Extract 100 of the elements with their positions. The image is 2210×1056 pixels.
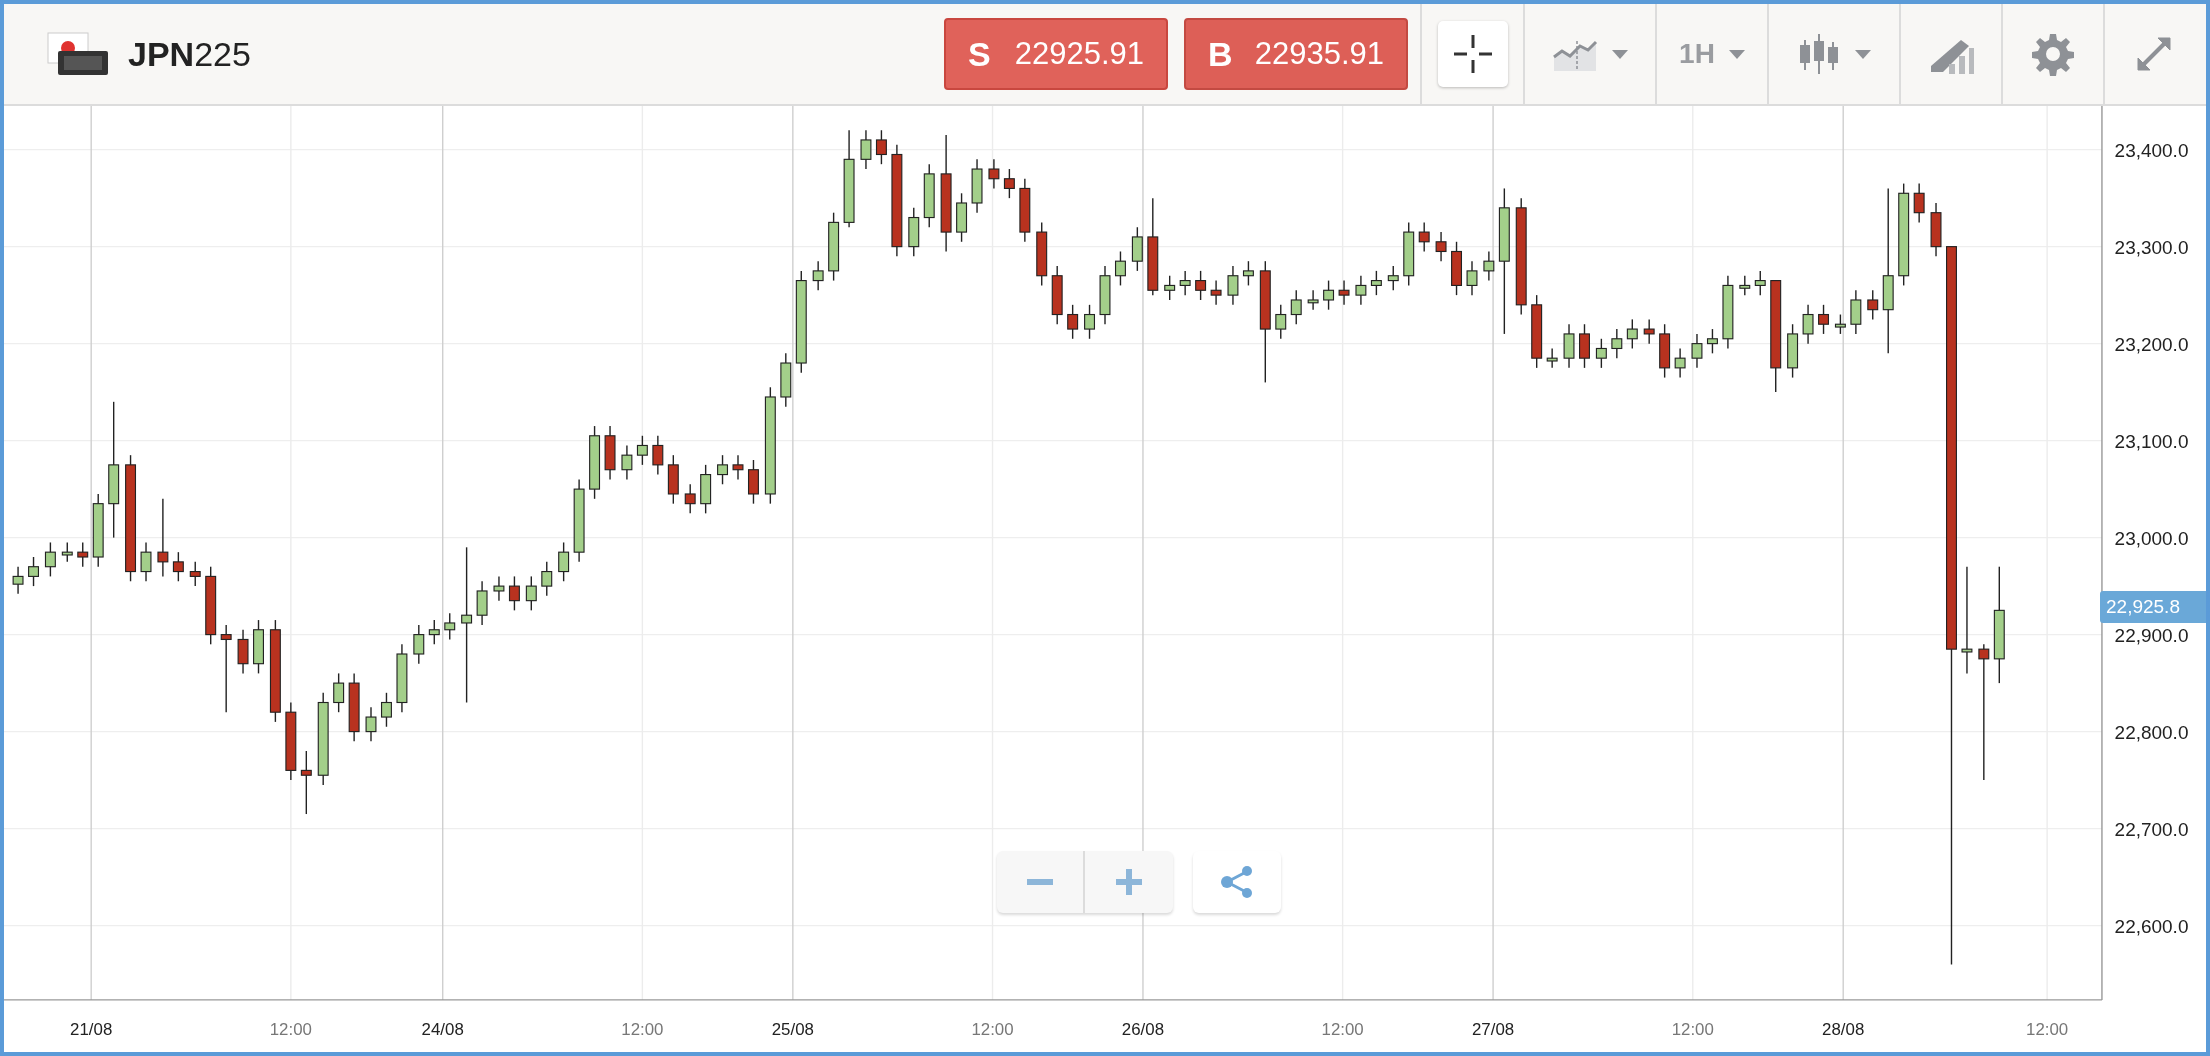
price-axis-label: 23,300.0 <box>2114 236 2189 258</box>
falling-candle <box>1418 221 1430 253</box>
time-axis-label: 25/08 <box>771 1020 814 1040</box>
crosshair-button[interactable] <box>1437 21 1508 87</box>
rising-candle <box>1131 226 1143 272</box>
rising-candle <box>1164 275 1176 301</box>
rising-candle <box>1850 289 1862 335</box>
time-axis-label: 24/08 <box>421 1020 464 1040</box>
price-axis-label: 22,900.0 <box>2114 624 2189 646</box>
falling-candle <box>1435 231 1447 262</box>
rising-candle <box>1179 270 1191 296</box>
falling-candle <box>1451 241 1462 296</box>
time-axis-label: 12:00 <box>1321 1020 1364 1040</box>
rising-candle <box>1754 270 1766 296</box>
rising-candle <box>525 575 537 612</box>
current-price-label: 22,925.8 <box>2100 591 2206 623</box>
minus-icon <box>1027 879 1053 885</box>
rising-candle <box>493 575 505 602</box>
rising-candle <box>1563 323 1575 369</box>
falling-candle <box>1818 304 1829 335</box>
rising-candle <box>908 207 920 258</box>
rising-candle <box>1403 221 1415 287</box>
sell-button[interactable]: S 22925.91 <box>944 18 1168 90</box>
rising-candle <box>1307 289 1319 311</box>
time-axis-label: 27/08 <box>1472 1020 1515 1040</box>
rising-candle <box>700 464 712 515</box>
share-button[interactable] <box>1193 851 1281 913</box>
rising-candle <box>923 163 935 228</box>
price-axis-label: 23,200.0 <box>2114 333 2189 355</box>
falling-candle <box>667 454 679 505</box>
rising-candle <box>860 129 872 170</box>
time-axis-label: 12:00 <box>2026 1020 2069 1040</box>
falling-candle <box>1659 323 1671 379</box>
falling-candle <box>1003 168 1015 199</box>
falling-candle <box>652 435 664 476</box>
falling-candle <box>1019 178 1031 243</box>
rising-candle <box>717 454 728 485</box>
falling-candle <box>1067 304 1079 340</box>
price-axis-label: 23,000.0 <box>2114 527 2189 549</box>
rising-candle <box>828 212 840 282</box>
rising-candle <box>1355 275 1367 306</box>
candlestick-icon <box>1797 32 1841 76</box>
time-axis-label: 12:00 <box>971 1020 1014 1040</box>
rising-candle <box>140 541 152 582</box>
plus-icon <box>1116 869 1142 895</box>
rising-candle <box>28 556 39 587</box>
share-icon <box>1219 864 1255 900</box>
time-axis-label: 26/08 <box>1121 1020 1165 1040</box>
instrument-title: JPN225 <box>128 33 251 75</box>
time-axis-label: 12:00 <box>621 1020 664 1040</box>
price-axis-label: 22,600.0 <box>2114 915 2189 937</box>
falling-candle <box>684 483 696 515</box>
rising-candle <box>365 706 377 742</box>
falling-candle <box>988 158 1000 190</box>
settings-icon <box>2031 32 2075 76</box>
falling-candle <box>1195 270 1207 301</box>
rising-candle <box>428 619 440 645</box>
rising-candle <box>1611 328 1623 359</box>
time-axis-label: 12:00 <box>269 1020 312 1040</box>
caret-icon <box>1728 49 1745 59</box>
falling-candle <box>189 561 201 587</box>
time-axis-label: 12:00 <box>1671 1020 1714 1040</box>
rising-candle <box>333 672 345 713</box>
rising-candle <box>1691 333 1703 369</box>
falling-candle <box>1930 202 1942 258</box>
rising-candle <box>396 643 408 713</box>
buy-button[interactable]: B 22935.91 <box>1184 18 1408 90</box>
rising-candle <box>1787 323 1799 379</box>
rising-candle <box>444 612 456 641</box>
falling-candle <box>1913 182 1925 224</box>
caret-icon <box>1855 49 1871 59</box>
rising-candle <box>1242 260 1254 287</box>
rising-candle <box>636 435 648 466</box>
interval-button[interactable]: 1H <box>1667 21 1757 87</box>
rising-candle <box>1739 275 1751 296</box>
price-axis-label: 23,400.0 <box>2114 139 2189 161</box>
rising-candle <box>1099 265 1111 325</box>
falling-candle <box>748 459 759 505</box>
rising-candle <box>780 352 792 408</box>
caret-icon <box>1612 49 1628 59</box>
rising-candle <box>253 619 264 675</box>
falling-candle <box>1051 265 1063 325</box>
falling-candle <box>237 629 249 675</box>
falling-candle <box>77 541 89 568</box>
falling-candle <box>604 425 616 481</box>
rising-candle <box>12 566 24 595</box>
rising-candle <box>1227 265 1239 306</box>
falling-candle <box>1579 323 1590 369</box>
falling-candle <box>1867 289 1879 321</box>
rising-candle <box>971 158 983 214</box>
rising-candle <box>44 541 56 578</box>
rising-candle <box>1483 250 1495 282</box>
price-axis-label: 22,800.0 <box>2114 721 2189 743</box>
rising-candle <box>1387 265 1399 291</box>
falling-candle <box>1036 221 1048 287</box>
rising-candle <box>541 561 553 597</box>
rising-candle <box>1626 318 1638 350</box>
falling-candle <box>1338 279 1350 306</box>
price-axis-label: 23,100.0 <box>2114 430 2189 452</box>
rising-candle <box>1802 304 1814 345</box>
